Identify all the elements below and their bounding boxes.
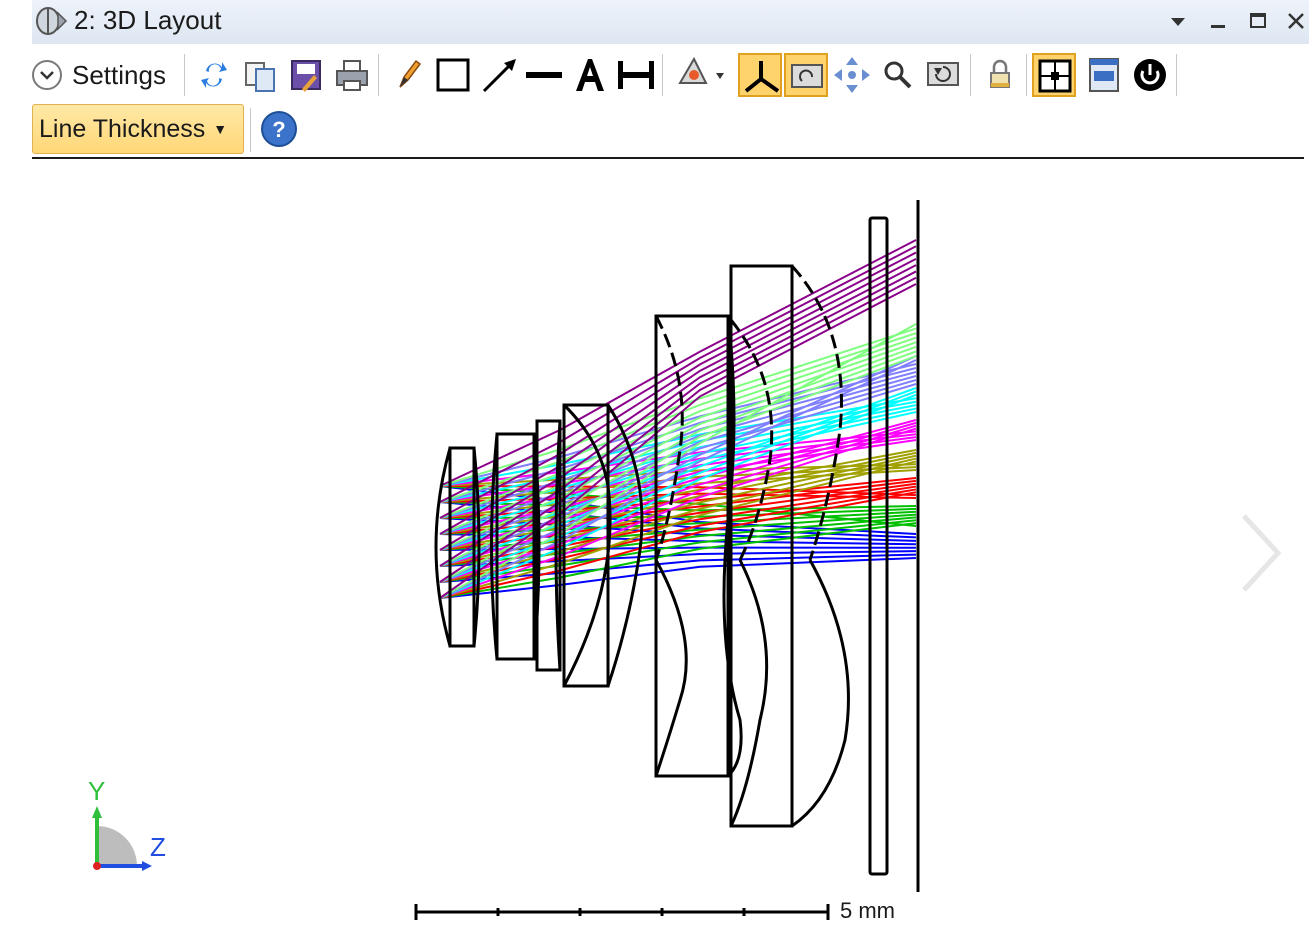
toolbar-divider [32, 157, 1304, 159]
filter-plate [868, 216, 889, 876]
pan-icon[interactable] [830, 53, 874, 97]
svg-text:?: ? [272, 117, 285, 142]
rectangle-icon[interactable] [432, 53, 476, 97]
toolbar-separator [378, 54, 379, 96]
lens-surface [654, 559, 688, 777]
rotate-tool-icon[interactable] [672, 53, 730, 97]
main-toolbar: Settings [32, 48, 1309, 102]
zoom-icon[interactable] [876, 53, 920, 97]
scale-bar [414, 904, 830, 920]
axes-icon[interactable] [738, 53, 782, 97]
line-icon[interactable] [522, 53, 566, 97]
save-icon[interactable] [284, 53, 328, 97]
toolbar-separator [250, 108, 251, 152]
copy-icon[interactable] [238, 53, 282, 97]
title-bar: 2: 3D Layout [32, 0, 1309, 44]
lens-globe-icon [34, 5, 68, 37]
toolbar-separator [1176, 54, 1177, 96]
close-icon[interactable] [1282, 6, 1309, 36]
settings-button[interactable]: Settings [32, 53, 166, 97]
toolbar-separator [970, 54, 971, 96]
settings-label: Settings [72, 59, 166, 90]
z-axis-label: Z [150, 832, 166, 862]
window-title: 2: 3D Layout [74, 5, 222, 35]
menu-dropdown-icon[interactable] [1164, 6, 1192, 36]
toolbar-separator [1026, 54, 1027, 96]
refresh-icon[interactable] [192, 53, 236, 97]
maximize-icon[interactable] [1244, 6, 1272, 36]
window-icon[interactable] [1082, 53, 1126, 97]
line-thickness-label: Line Thickness [39, 114, 206, 143]
minimize-icon[interactable] [1204, 6, 1232, 36]
arrow-icon[interactable] [478, 53, 522, 97]
print-icon[interactable] [330, 53, 374, 97]
layout-icon[interactable] [1032, 53, 1076, 97]
ray-bundle [439, 239, 917, 599]
lens-surface [729, 559, 769, 827]
undo-icon[interactable] [922, 53, 966, 97]
line-thickness-dropdown[interactable]: Line Thickness ▼ [32, 104, 244, 154]
y-axis-label: Y [88, 776, 106, 806]
layout-plot [92, 200, 920, 920]
chevron-down-icon [32, 60, 62, 90]
help-icon[interactable]: ? [260, 110, 298, 148]
toolbar-separator [184, 54, 185, 96]
fit-icon[interactable] [784, 53, 828, 97]
secondary-toolbar: Line Thickness ▼ ? [32, 104, 1309, 156]
pencil-icon[interactable] [386, 53, 430, 97]
power-icon[interactable] [1128, 53, 1172, 97]
axis-triad [92, 806, 152, 871]
scale-bar-label: 5 mm [840, 898, 895, 923]
text-icon[interactable] [568, 53, 612, 97]
chevron-right-icon[interactable] [1236, 510, 1286, 596]
lock-icon[interactable] [978, 53, 1022, 97]
dimension-icon[interactable] [614, 53, 658, 97]
lens-surface [791, 559, 850, 828]
chevron-down-icon: ▼ [213, 121, 228, 137]
toolbar-separator [662, 54, 663, 96]
